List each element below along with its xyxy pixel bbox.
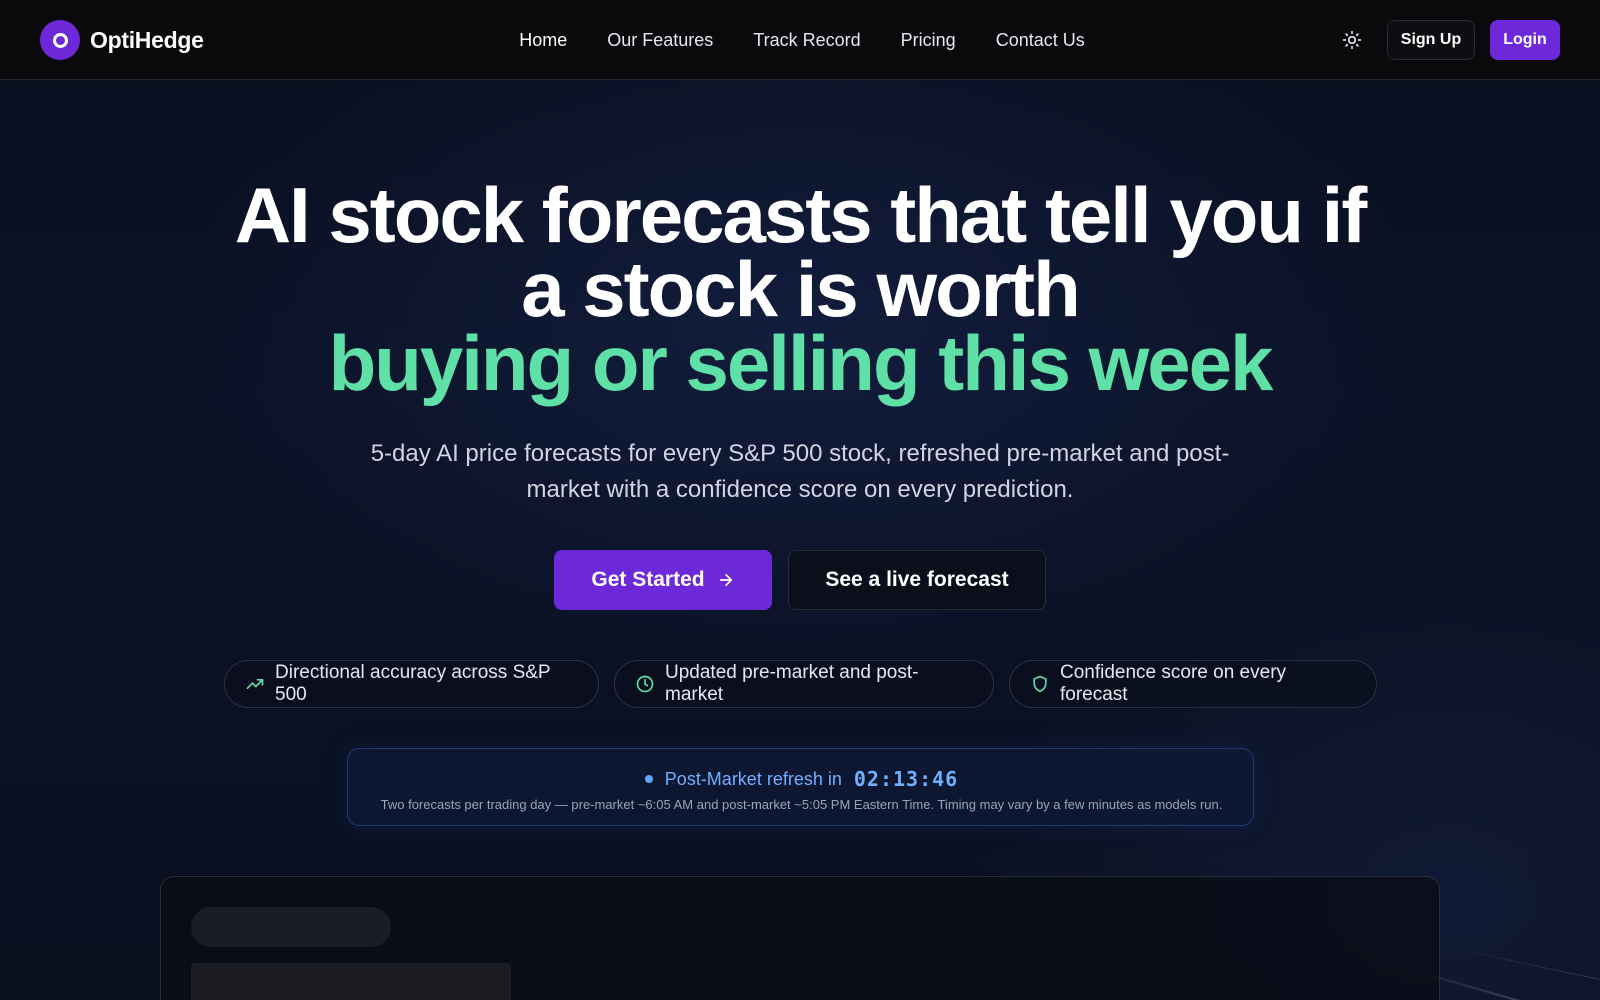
logo-icon <box>40 20 80 60</box>
hero-headline: AI stock forecasts that tell you if a st… <box>0 171 1600 407</box>
top-navbar: OptiHedge Home Our Features Track Record… <box>0 0 1600 80</box>
refresh-countdown-row: Post-Market refresh in 02:13:46 <box>348 765 1255 793</box>
nav-link-home[interactable]: Home <box>499 30 587 51</box>
loading-skeleton-pill <box>191 907 391 947</box>
nav-link-contact[interactable]: Contact Us <box>976 30 1105 51</box>
nav-link-features[interactable]: Our Features <box>587 30 733 51</box>
refresh-countdown: 02:13:46 <box>853 767 959 791</box>
feature-pill-accuracy: Directional accuracy across S&P 500 <box>224 660 599 708</box>
hero-headline-accent: buying or selling this week <box>328 319 1274 407</box>
login-button[interactable]: Login <box>1490 20 1560 60</box>
feature-pill-updates: Updated pre-market and post-market <box>614 660 994 708</box>
refresh-countdown-banner: Post-Market refresh in 02:13:46 Two fore… <box>347 748 1254 826</box>
feature-pill-label: Updated pre-market and post-market <box>665 662 919 705</box>
get-started-button[interactable]: Get Started <box>554 550 772 610</box>
hero-headline-line1: AI stock forecasts that tell you if <box>234 171 1368 259</box>
refresh-label: Post-Market refresh in <box>664 768 842 789</box>
feature-pill-label: Directional accuracy across S&P 500 <box>275 662 551 705</box>
hero-headline-line2: a stock is worth <box>521 245 1081 333</box>
see-live-forecast-button[interactable]: See a live forecast <box>788 550 1046 610</box>
feature-pill-confidence: Confidence score on every forecast <box>1009 660 1377 708</box>
loading-skeleton-block <box>191 963 511 1000</box>
forecast-preview-card <box>160 876 1440 1000</box>
theme-toggle-button[interactable] <box>1336 24 1368 56</box>
sign-up-button[interactable]: Sign Up <box>1387 20 1475 60</box>
get-started-label: Get Started <box>591 568 705 591</box>
brand-logo-link[interactable]: OptiHedge <box>40 20 204 60</box>
clock-icon <box>635 674 655 694</box>
brand-name: OptiHedge <box>90 26 204 53</box>
trending-up-icon <box>245 674 265 694</box>
shield-icon <box>1030 674 1050 694</box>
sun-icon <box>1342 30 1362 50</box>
hero-subtitle: 5-day AI price forecasts for every S&P 5… <box>370 440 1230 503</box>
feature-pill-label: Confidence score on every forecast <box>1060 662 1287 705</box>
arrow-right-icon <box>717 571 735 589</box>
nav-link-pricing[interactable]: Pricing <box>881 30 976 51</box>
nav-link-track-record[interactable]: Track Record <box>733 30 880 51</box>
refresh-note: Two forecasts per trading day — pre-mark… <box>380 797 1223 812</box>
feature-pills: Directional accuracy across S&P 500 Upda… <box>0 660 1600 708</box>
status-dot-icon <box>644 775 653 783</box>
